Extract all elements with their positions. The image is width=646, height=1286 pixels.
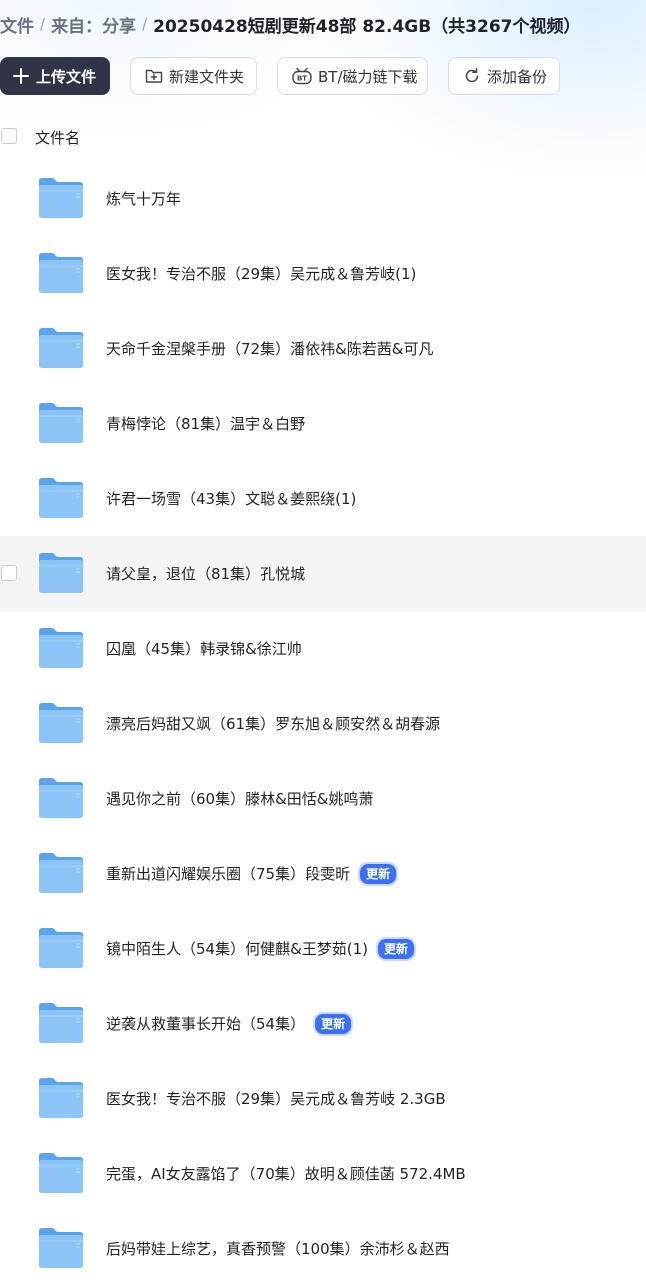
update-badge: 更新 [313, 1011, 354, 1036]
folder-row[interactable]: 重新出道闪耀娱乐圈（75集）段雯昕 更新 [0, 836, 646, 911]
folder-name[interactable]: 逆袭从救董事长开始（54集） [106, 1013, 305, 1034]
folder-name[interactable]: 医女我！专治不服（29集）吴元成＆鲁芳岐(1) [106, 263, 416, 284]
folder-name-wrap: 医女我！专治不服（29集）吴元成＆鲁芳岐(1) [106, 263, 416, 284]
folder-row[interactable]: 镜中陌生人（54集）何健麒&王梦茹(1) 更新 [0, 911, 646, 986]
folder-name[interactable]: 镜中陌生人（54集）何健麒&王梦茹(1) [106, 938, 368, 959]
folder-icon [38, 327, 84, 369]
folder-icon [38, 252, 84, 294]
folder-name[interactable]: 重新出道闪耀娱乐圈（75集）段雯昕 [106, 863, 350, 884]
breadcrumb-separator: / [142, 15, 148, 33]
folder-name-wrap: 重新出道闪耀娱乐圈（75集）段雯昕 更新 [106, 861, 399, 886]
add-backup-button[interactable]: 添加备份 [448, 57, 560, 95]
breadcrumb-from[interactable]: 来自： [51, 12, 102, 37]
folder-name-wrap: 漂亮后妈甜又飒（61集）罗东旭＆顾安然＆胡春源 [106, 713, 440, 734]
folder-name[interactable]: 囚凰（45集）韩录锦&徐江帅 [106, 638, 302, 659]
folder-name-wrap: 请父皇，退位（81集）孔悦城 [106, 563, 305, 584]
column-header-filename[interactable]: 文件名 [35, 127, 80, 148]
folder-name[interactable]: 漂亮后妈甜又飒（61集）罗东旭＆顾安然＆胡春源 [106, 713, 440, 734]
breadcrumb-share[interactable]: 分享 [102, 12, 136, 37]
folder-icon [38, 777, 84, 819]
upload-button[interactable]: 上传文件 [0, 57, 110, 95]
folder-name-wrap: 炼气十万年 [106, 188, 181, 209]
folder-icon [38, 477, 84, 519]
row-checkbox[interactable] [1, 565, 17, 581]
folder-row[interactable]: 请父皇，退位（81集）孔悦城 [0, 536, 646, 611]
folder-name[interactable]: 许君一场雪（43集）文聪＆姜熙绕(1) [106, 488, 356, 509]
folder-row[interactable]: 逆袭从救董事长开始（54集） 更新 [0, 986, 646, 1061]
refresh-icon [463, 67, 481, 85]
folder-row[interactable]: 医女我！专治不服（29集）吴元成＆鲁芳岐 2.3GB [0, 1061, 646, 1136]
folder-name[interactable]: 天命千金涅槃手册（72集）潘依祎&陈若茜&可凡 [106, 338, 433, 359]
breadcrumb-current: 20250428短剧更新48部 82.4GB（共3267个视频） [153, 16, 581, 37]
new-folder-button[interactable]: 新建文件夹 [130, 57, 257, 95]
folder-icon [38, 177, 84, 219]
plus-icon [12, 67, 30, 85]
folder-plus-icon [145, 68, 163, 84]
folder-icon [38, 1227, 84, 1269]
folder-name-wrap: 遇见你之前（60集）滕林&田恬&姚鸣萧 [106, 788, 373, 809]
folder-name[interactable]: 炼气十万年 [106, 188, 181, 209]
bt-icon-text: BT [297, 75, 307, 83]
upload-button-label: 上传文件 [36, 67, 97, 86]
folder-name[interactable]: 后妈带娃上综艺，真香预警（100集）余沛杉＆赵西 [106, 1238, 450, 1259]
folder-icon [38, 1002, 84, 1044]
folder-row[interactable]: 天命千金涅槃手册（72集）潘依祎&陈若茜&可凡 [0, 311, 646, 386]
folder-icon [38, 852, 84, 894]
bt-icon: BT [292, 67, 312, 85]
folder-name[interactable]: 青梅悖论（81集）温宇＆白野 [106, 413, 305, 434]
breadcrumb-root[interactable]: 文件 [0, 12, 34, 37]
list-header: 文件名 [0, 122, 646, 152]
folder-icon [38, 402, 84, 444]
folder-row[interactable]: 炼气十万年 [0, 161, 646, 236]
folder-icon [38, 552, 84, 594]
folder-row[interactable]: 囚凰（45集）韩录锦&徐江帅 [0, 611, 646, 686]
folder-row[interactable]: 漂亮后妈甜又飒（61集）罗东旭＆顾安然＆胡春源 [0, 686, 646, 761]
folder-name-wrap: 逆袭从救董事长开始（54集） 更新 [106, 1011, 354, 1036]
folder-name-wrap: 许君一场雪（43集）文聪＆姜熙绕(1) [106, 488, 356, 509]
folder-name-wrap: 完蛋，AI女友露馅了（70集）故明＆顾佳菡 572.4MB [106, 1163, 466, 1184]
new-folder-label: 新建文件夹 [169, 67, 245, 86]
folder-row[interactable]: 完蛋，AI女友露馅了（70集）故明＆顾佳菡 572.4MB [0, 1136, 646, 1211]
update-badge: 更新 [358, 861, 399, 886]
folder-name[interactable]: 完蛋，AI女友露馅了（70集）故明＆顾佳菡 572.4MB [106, 1163, 466, 1184]
file-list: 炼气十万年医女我！专治不服（29集）吴元成＆鲁芳岐(1) 天命千金涅槃手册（72集… [0, 161, 646, 1286]
folder-name-wrap: 囚凰（45集）韩录锦&徐江帅 [106, 638, 302, 659]
folder-row[interactable]: 后妈带娃上综艺，真香预警（100集）余沛杉＆赵西 [0, 1211, 646, 1286]
select-all-checkbox[interactable] [1, 128, 17, 144]
bt-download-button[interactable]: BT BT/磁力链下载 [277, 57, 428, 95]
folder-name[interactable]: 遇见你之前（60集）滕林&田恬&姚鸣萧 [106, 788, 373, 809]
folder-row[interactable]: 医女我！专治不服（29集）吴元成＆鲁芳岐(1) [0, 236, 646, 311]
folder-row[interactable]: 遇见你之前（60集）滕林&田恬&姚鸣萧 [0, 761, 646, 836]
breadcrumb-separator: / [40, 15, 46, 33]
folder-name-wrap: 青梅悖论（81集）温宇＆白野 [106, 413, 305, 434]
toolbar: 上传文件 新建文件夹 BT BT/磁力链下载 添加备份 [0, 56, 560, 96]
folder-row[interactable]: 许君一场雪（43集）文聪＆姜熙绕(1) [0, 461, 646, 536]
folder-name-wrap: 医女我！专治不服（29集）吴元成＆鲁芳岐 2.3GB [106, 1088, 446, 1109]
add-backup-label: 添加备份 [487, 67, 548, 86]
update-badge: 更新 [376, 936, 417, 961]
breadcrumb: 文件 / 来自： 分享 / 20250428短剧更新48部 82.4GB（共32… [0, 10, 646, 38]
folder-icon [38, 702, 84, 744]
bt-download-label: BT/磁力链下载 [318, 67, 418, 86]
folder-row[interactable]: 青梅悖论（81集）温宇＆白野 [0, 386, 646, 461]
folder-name[interactable]: 医女我！专治不服（29集）吴元成＆鲁芳岐 2.3GB [106, 1088, 446, 1109]
folder-name-wrap: 天命千金涅槃手册（72集）潘依祎&陈若茜&可凡 [106, 338, 433, 359]
folder-icon [38, 1077, 84, 1119]
folder-name[interactable]: 请父皇，退位（81集）孔悦城 [106, 563, 305, 584]
folder-name-wrap: 镜中陌生人（54集）何健麒&王梦茹(1) 更新 [106, 936, 417, 961]
folder-icon [38, 927, 84, 969]
folder-icon [38, 1152, 84, 1194]
folder-icon [38, 627, 84, 669]
folder-name-wrap: 后妈带娃上综艺，真香预警（100集）余沛杉＆赵西 [106, 1238, 450, 1259]
